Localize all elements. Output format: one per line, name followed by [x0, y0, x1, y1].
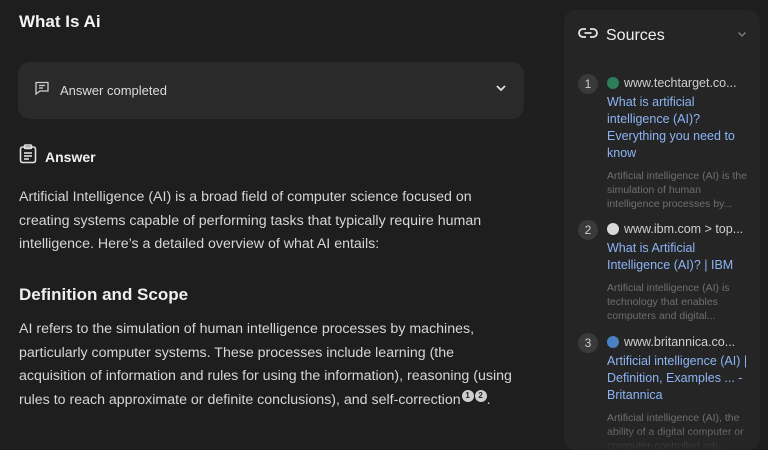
- source-number: 3: [578, 333, 598, 353]
- answer-status-toggle[interactable]: Answer completed: [18, 62, 524, 119]
- sources-title: Sources: [606, 26, 665, 44]
- source-domain: www.ibm.com > top...: [607, 220, 749, 238]
- source-domain: www.britannica.co...: [607, 333, 749, 351]
- techtarget-favicon-icon: [607, 77, 619, 89]
- source-title-link[interactable]: What is Artificial Intelligence (AI)? | …: [607, 240, 749, 274]
- section-text: AI refers to the simulation of human int…: [19, 321, 512, 408]
- britannica-favicon-icon: [607, 336, 619, 348]
- source-title-link[interactable]: Artificial intelligence (AI) | Definitio…: [607, 353, 749, 404]
- citation-badge-2[interactable]: 2: [474, 389, 487, 402]
- scroll-fade: [564, 430, 760, 450]
- answer-panel: What Is Ai Answer completed Answer Artif…: [0, 0, 548, 444]
- source-domain-text: www.ibm.com > top...: [624, 222, 744, 236]
- message-icon: [34, 80, 50, 101]
- citation-badge-1[interactable]: 1: [461, 389, 474, 402]
- source-title-link[interactable]: What is artificial intelligence (AI)? Ev…: [607, 94, 749, 162]
- chevron-down-icon[interactable]: [736, 27, 748, 45]
- answer-heading: Answer: [19, 144, 96, 169]
- answer-heading-label: Answer: [45, 148, 96, 165]
- clipboard-list-icon: [19, 144, 37, 169]
- ibm-favicon-icon: [607, 223, 619, 235]
- page-title: What Is Ai: [19, 12, 101, 31]
- sentence-end: .: [486, 391, 491, 408]
- link-icon: [578, 26, 598, 45]
- answer-intro: Artificial Intelligence (AI) is a broad …: [19, 189, 482, 252]
- sources-header[interactable]: Sources: [578, 26, 748, 45]
- source-number: 1: [578, 74, 598, 94]
- chevron-down-icon[interactable]: [494, 81, 508, 100]
- answer-status-label: Answer completed: [60, 83, 167, 98]
- sources-panel: Sources 1 www.techtarget.co... What is a…: [564, 10, 760, 450]
- source-number: 2: [578, 220, 598, 240]
- source-snippet: Artificial intelligence (AI) is the simu…: [607, 170, 748, 210]
- source-domain-text: www.britannica.co...: [624, 335, 736, 349]
- source-domain-text: www.techtarget.co...: [624, 76, 737, 90]
- section-heading: Definition and Scope: [19, 285, 189, 304]
- section-paragraph: AI refers to the simulation of human int…: [19, 318, 524, 412]
- source-snippet: Artificial intelligence (AI) is technolo…: [607, 282, 730, 322]
- source-domain: www.techtarget.co...: [607, 74, 749, 92]
